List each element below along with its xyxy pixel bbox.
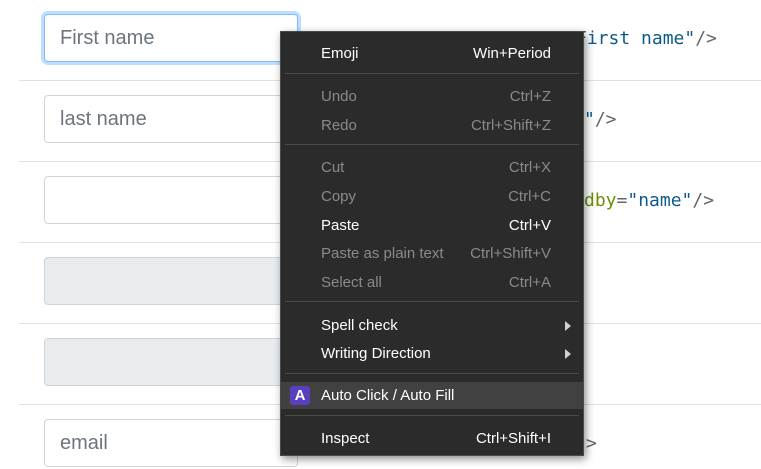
code-snippet-3: dby="name"/> [584,190,714,211]
code-string: "name" [627,190,693,211]
menu-item-label: Undo [321,88,357,105]
code-close: /> [594,109,617,130]
code-string: " [584,109,595,130]
menu-item-shortcut: Ctrl+Shift+V [470,245,551,262]
code-close: /> [695,28,717,49]
code-close: > [586,433,597,454]
menu-item-paste-plain[interactable]: Paste as plain text Ctrl+Shift+V [281,240,583,267]
menu-separator [285,415,579,416]
submenu-arrow-icon [565,349,571,359]
menu-item-auto-fill[interactable]: A Auto Click / Auto Fill [281,382,583,409]
disabled-input[interactable] [44,257,298,305]
menu-item-shortcut: Ctrl+C [508,188,551,205]
menu-item-label: Copy [321,188,357,205]
code-snippet-6: > [586,433,597,454]
menu-item-select-all[interactable]: Select all Ctrl+A [281,269,583,296]
menu-item-label: Spell check [321,317,398,334]
menu-item-label: Writing Direction [321,345,431,362]
code-attr: dby [584,190,617,211]
menu-item-writing-direction[interactable]: Writing Direction [281,340,583,367]
auto-fill-extension-icon: A [290,386,310,405]
code-string: First name" [576,28,696,49]
menu-item-label: Cut [321,159,345,176]
code-eq: = [616,190,628,211]
menu-item-shortcut: Ctrl+Z [509,88,551,105]
menu-separator [285,373,579,374]
menu-item-redo[interactable]: Redo Ctrl+Shift+Z [281,112,583,139]
menu-item-shortcut: Win+Period [473,45,551,62]
email-input[interactable] [44,419,298,467]
context-menu: Emoji Win+Period Undo Ctrl+Z Redo Ctrl+S… [280,31,584,456]
menu-item-spell-check[interactable]: Spell check [281,312,583,339]
code-close: /> [692,190,715,211]
menu-item-shortcut: Ctrl+Shift+I [475,430,551,447]
submenu-arrow-icon [565,321,571,331]
menu-item-emoji[interactable]: Emoji Win+Period [281,40,583,67]
menu-item-shortcut: Ctrl+X [508,159,551,176]
menu-item-paste[interactable]: Paste Ctrl+V [281,212,583,239]
menu-item-inspect[interactable]: Inspect Ctrl+Shift+I [281,425,583,452]
name-labelled-input[interactable] [44,176,298,224]
last-name-input[interactable] [44,95,298,143]
menu-separator [285,144,579,145]
menu-separator [285,301,579,302]
menu-item-cut[interactable]: Cut Ctrl+X [281,154,583,181]
code-snippet-1: First name"/> [576,28,717,49]
menu-item-label: Inspect [321,430,370,447]
menu-item-copy[interactable]: Copy Ctrl+C [281,183,583,210]
menu-item-shortcut: Ctrl+Shift+Z [470,117,551,134]
menu-item-shortcut: Ctrl+A [508,274,551,291]
menu-separator [285,73,579,74]
disabled-input-2[interactable] [44,338,298,386]
menu-item-label: Auto Click / Auto Fill [321,387,455,404]
menu-item-label: Emoji [321,45,359,62]
code-snippet-2: "/> [584,109,617,130]
menu-item-undo[interactable]: Undo Ctrl+Z [281,83,583,110]
menu-item-shortcut: Ctrl+V [508,217,551,234]
menu-item-label: Redo [321,117,357,134]
menu-item-label: Select all [321,274,382,291]
menu-item-label: Paste [321,217,360,234]
menu-item-label: Paste as plain text [321,245,444,262]
first-name-input[interactable] [44,14,298,62]
